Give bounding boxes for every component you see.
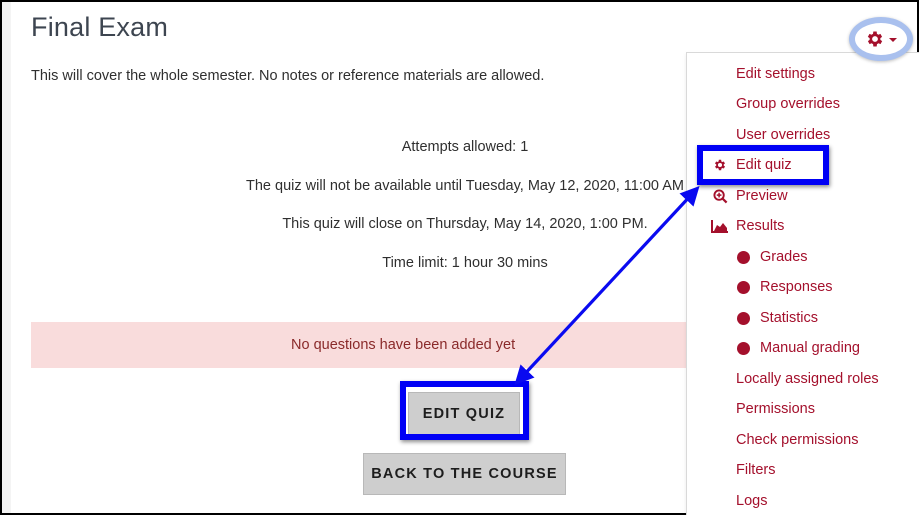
actions-menu-toggle[interactable] — [849, 17, 913, 61]
menu-item-label: Statistics — [760, 310, 819, 326]
attempts-allowed: Attempts allowed: 1 — [401, 139, 529, 155]
menu-item-edit-quiz[interactable]: Edit quiz — [714, 157, 792, 173]
menu-item-group-overrides[interactable]: Group overrides — [736, 96, 840, 112]
page-title: Final Exam — [31, 12, 169, 42]
menu-item-label: Permissions — [736, 401, 815, 417]
menu-item-logs[interactable]: Logs — [736, 493, 767, 509]
bullet-icon — [737, 250, 750, 264]
menu-item-results[interactable]: Results — [711, 218, 785, 234]
menu-item-label: Filters — [736, 462, 776, 478]
menu-item-label: User overrides — [736, 127, 831, 143]
menu-item-label: Logs — [736, 493, 768, 509]
menu-item-preview[interactable]: Preview — [712, 188, 788, 204]
menu-item-responses[interactable]: Responses — [737, 279, 833, 295]
menu-item-user-overrides[interactable]: User overrides — [736, 127, 830, 143]
edit-quiz-button[interactable]: EDIT QUIZ — [408, 392, 520, 436]
menu-item-manual-grading[interactable]: Manual grading — [737, 340, 860, 356]
zoom-in-icon — [711, 188, 729, 204]
gear-icon — [711, 157, 729, 173]
close-date: This quiz will close on Thursday, May 14… — [282, 216, 648, 232]
bullet-icon — [737, 311, 750, 325]
menu-item-label: Edit quiz — [736, 157, 792, 173]
menu-item-label: Group overrides — [736, 96, 840, 112]
open-date: The quiz will not be available until Tue… — [246, 178, 684, 194]
menu-item-locally-assigned-roles[interactable]: Locally assigned roles — [736, 371, 879, 387]
menu-item-edit-settings[interactable]: Edit settings — [736, 66, 815, 82]
time-limit: Time limit: 1 hour 30 mins — [382, 255, 548, 271]
caret-down-icon — [889, 38, 897, 42]
bullet-icon — [737, 341, 750, 355]
menu-item-filters[interactable]: Filters — [736, 462, 775, 478]
menu-item-label: Results — [736, 218, 785, 234]
menu-item-statistics[interactable]: Statistics — [737, 310, 819, 326]
menu-item-check-permissions[interactable]: Check permissions — [736, 432, 859, 448]
bullet-icon — [737, 280, 750, 294]
menu-item-label: Responses — [760, 279, 833, 295]
menu-item-label: Edit settings — [736, 66, 815, 82]
menu-item-permissions[interactable]: Permissions — [736, 401, 815, 417]
menu-item-label: Grades — [760, 249, 808, 265]
no-questions-alert: No questions have been added yet — [31, 322, 701, 368]
menu-item-label: Manual grading — [760, 340, 860, 356]
quiz-intro: This will cover the whole semester. No n… — [31, 68, 545, 84]
menu-item-grades[interactable]: Grades — [737, 249, 808, 265]
back-to-course-button[interactable]: BACK TO THE COURSE — [363, 453, 566, 495]
gear-icon — [865, 29, 885, 49]
menu-item-label: Preview — [736, 188, 788, 204]
area-chart-icon — [711, 218, 729, 234]
menu-item-label: Check permissions — [736, 432, 859, 448]
menu-item-label: Locally assigned roles — [736, 371, 879, 387]
